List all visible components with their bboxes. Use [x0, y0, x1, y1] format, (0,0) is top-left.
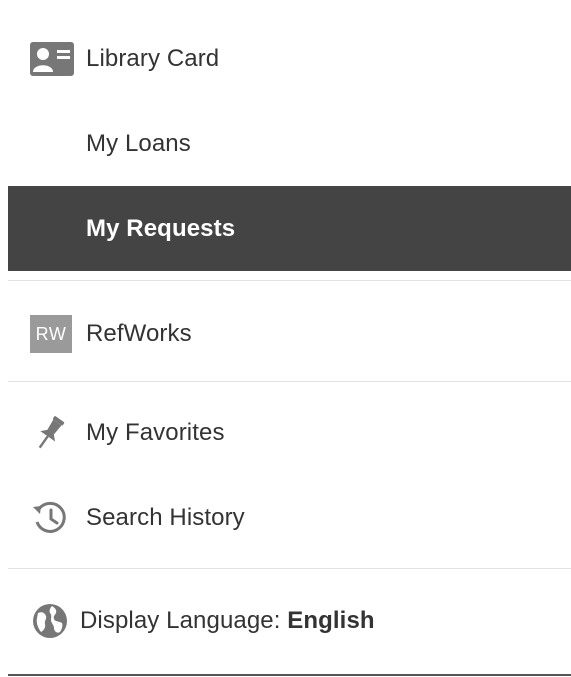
- menu-item-search-history[interactable]: Search History: [8, 476, 571, 560]
- divider: [8, 674, 571, 676]
- menu-item-label: Library Card: [86, 45, 220, 72]
- display-language-text: Display Language: English: [80, 607, 375, 635]
- pin-icon: [30, 413, 70, 453]
- menu-item-my-requests[interactable]: My Requests: [8, 186, 571, 271]
- divider: [8, 568, 571, 569]
- user-menu: Library Card My Loans My Requests RW Ref…: [8, 0, 571, 677]
- menu-item-my-loans[interactable]: My Loans: [8, 102, 571, 186]
- menu-item-label: Search History: [86, 504, 245, 531]
- menu-item-label: My Favorites: [86, 419, 225, 446]
- menu-item-refworks[interactable]: RW RefWorks: [8, 290, 571, 378]
- menu-item-label: RefWorks: [86, 320, 192, 347]
- menu-item-display-language[interactable]: Display Language: English: [8, 578, 571, 664]
- globe-icon: [30, 601, 70, 641]
- refworks-icon: RW: [30, 315, 72, 353]
- menu-item-library-card[interactable]: Library Card: [8, 16, 571, 102]
- menu-item-my-favorites[interactable]: My Favorites: [8, 390, 571, 476]
- menu-item-label: My Requests: [86, 214, 236, 242]
- id-card-icon: [30, 42, 74, 76]
- display-language-label: Display Language:: [80, 607, 288, 634]
- history-icon: [30, 498, 70, 538]
- divider: [8, 280, 571, 281]
- divider: [8, 381, 571, 382]
- refworks-badge: RW: [30, 315, 72, 353]
- menu-item-label: My Loans: [86, 130, 191, 157]
- display-language-value: English: [287, 607, 375, 634]
